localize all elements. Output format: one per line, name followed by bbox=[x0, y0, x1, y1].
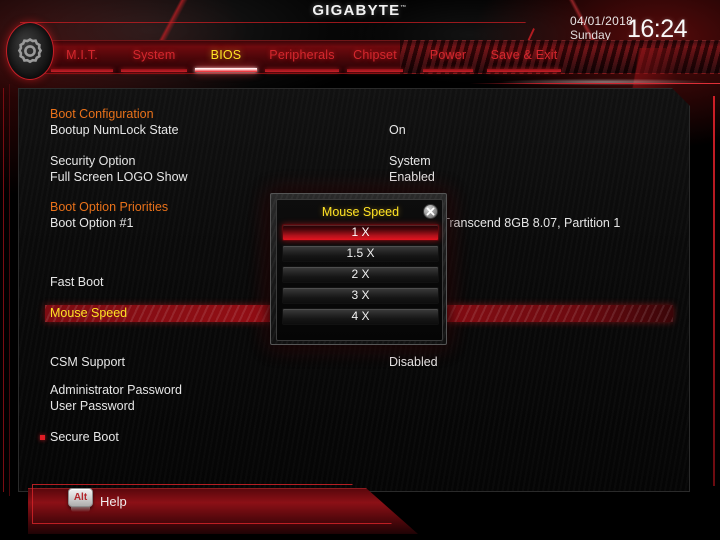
option-4x[interactable]: 4 X bbox=[282, 308, 439, 325]
setting-label: Full Screen LOGO Show bbox=[50, 170, 188, 184]
setting-value: System bbox=[389, 154, 431, 168]
setting-label: Mouse Speed bbox=[50, 306, 128, 320]
tab-label: Save & Exit bbox=[490, 48, 558, 62]
setting-security-option[interactable]: Security Option System bbox=[18, 153, 690, 170]
alt-key-reflection bbox=[71, 507, 90, 512]
tab-underline bbox=[487, 69, 561, 72]
tab-underline bbox=[195, 68, 257, 72]
setting-user-password[interactable]: User Password bbox=[18, 398, 690, 415]
tab-underline bbox=[51, 69, 113, 72]
setting-label: Administrator Password bbox=[50, 383, 182, 397]
mouse-speed-options: 1 X 1.5 X 2 X 3 X 4 X bbox=[282, 224, 439, 329]
panel-left-edge bbox=[3, 88, 4, 492]
tab-bios[interactable]: BIOS bbox=[192, 48, 260, 72]
dialog-inner: Mouse Speed 1 X 1.5 X 2 X 3 X 4 X bbox=[276, 199, 443, 341]
tab-mit[interactable]: M.I.T. bbox=[48, 48, 116, 72]
section-label: Boot Configuration bbox=[50, 107, 154, 121]
nav-tabs: M.I.T. System BIOS Peripherals Chipset P… bbox=[0, 48, 720, 74]
bios-screen: GIGABYTE™ 04/01/2018 Sunday 16:24 M.I.T.… bbox=[0, 0, 720, 540]
header: GIGABYTE™ 04/01/2018 Sunday 16:24 M.I.T.… bbox=[0, 0, 720, 90]
setting-label: User Password bbox=[50, 399, 135, 413]
weekday-text: Sunday bbox=[570, 28, 611, 42]
time-text: 16:24 bbox=[627, 15, 688, 43]
option-1-5x[interactable]: 1.5 X bbox=[282, 245, 439, 262]
close-icon[interactable] bbox=[423, 204, 438, 219]
setting-administrator-password[interactable]: Administrator Password bbox=[18, 382, 690, 399]
setting-value: shTranscend 8GB 8.07, Partition 1 bbox=[429, 216, 621, 230]
panel-left-edge-2 bbox=[9, 84, 10, 496]
section-boot-configuration: Boot Configuration bbox=[18, 106, 690, 123]
trademark-symbol: ™ bbox=[400, 5, 408, 11]
setting-label: Bootup NumLock State bbox=[50, 123, 179, 137]
nav-band-outline bbox=[20, 22, 550, 40]
header-red-line bbox=[470, 83, 720, 84]
option-2x[interactable]: 2 X bbox=[282, 266, 439, 283]
panel-right-edge bbox=[713, 96, 715, 486]
section-label: Boot Option Priorities bbox=[50, 200, 169, 214]
setting-label: Secure Boot bbox=[50, 430, 119, 444]
setting-value: Disabled bbox=[389, 355, 438, 369]
tab-underline bbox=[121, 69, 187, 72]
tab-peripherals[interactable]: Peripherals bbox=[262, 48, 342, 72]
tab-label: System bbox=[132, 48, 176, 62]
date-text: 04/01/2018 bbox=[570, 14, 634, 28]
setting-csm-support[interactable]: CSM Support Disabled bbox=[18, 354, 690, 371]
header-glow-line bbox=[430, 77, 720, 87]
alt-key-badge[interactable]: Alt bbox=[68, 488, 93, 507]
tab-label: Peripherals bbox=[269, 48, 335, 62]
setting-label: CSM Support bbox=[50, 355, 126, 369]
dialog-title: Mouse Speed bbox=[321, 205, 400, 219]
tab-label: Power bbox=[429, 48, 467, 62]
setting-value: Enabled bbox=[389, 170, 435, 184]
tab-label: Chipset bbox=[353, 48, 397, 62]
setting-label: Fast Boot bbox=[50, 275, 104, 289]
option-3x[interactable]: 3 X bbox=[282, 287, 439, 304]
setting-label: Boot Option #1 bbox=[50, 216, 134, 230]
tab-power[interactable]: Power bbox=[420, 48, 476, 72]
setting-bootup-numlock-state[interactable]: Bootup NumLock State On bbox=[18, 122, 690, 139]
tab-underline bbox=[423, 69, 473, 72]
tab-underline bbox=[347, 69, 403, 72]
setting-label: Security Option bbox=[50, 154, 136, 168]
brand-text: GIGABYTE bbox=[312, 2, 401, 19]
tab-label: M.I.T. bbox=[66, 48, 98, 62]
tab-save-exit[interactable]: Save & Exit bbox=[484, 48, 564, 72]
tab-label: BIOS bbox=[210, 48, 242, 62]
tab-underline bbox=[265, 69, 339, 72]
tab-chipset[interactable]: Chipset bbox=[344, 48, 406, 72]
help-label: Help bbox=[100, 494, 127, 509]
submenu-bullet-icon bbox=[40, 435, 45, 440]
setting-full-screen-logo-show[interactable]: Full Screen LOGO Show Enabled bbox=[18, 169, 690, 186]
mouse-speed-dialog: Mouse Speed 1 X 1.5 X 2 X 3 X 4 X bbox=[270, 193, 447, 345]
footer-bar bbox=[0, 482, 720, 540]
setting-value: On bbox=[389, 123, 406, 137]
setting-secure-boot[interactable]: Secure Boot bbox=[18, 429, 690, 446]
tab-system[interactable]: System bbox=[118, 48, 190, 72]
option-1x[interactable]: 1 X bbox=[282, 224, 439, 241]
